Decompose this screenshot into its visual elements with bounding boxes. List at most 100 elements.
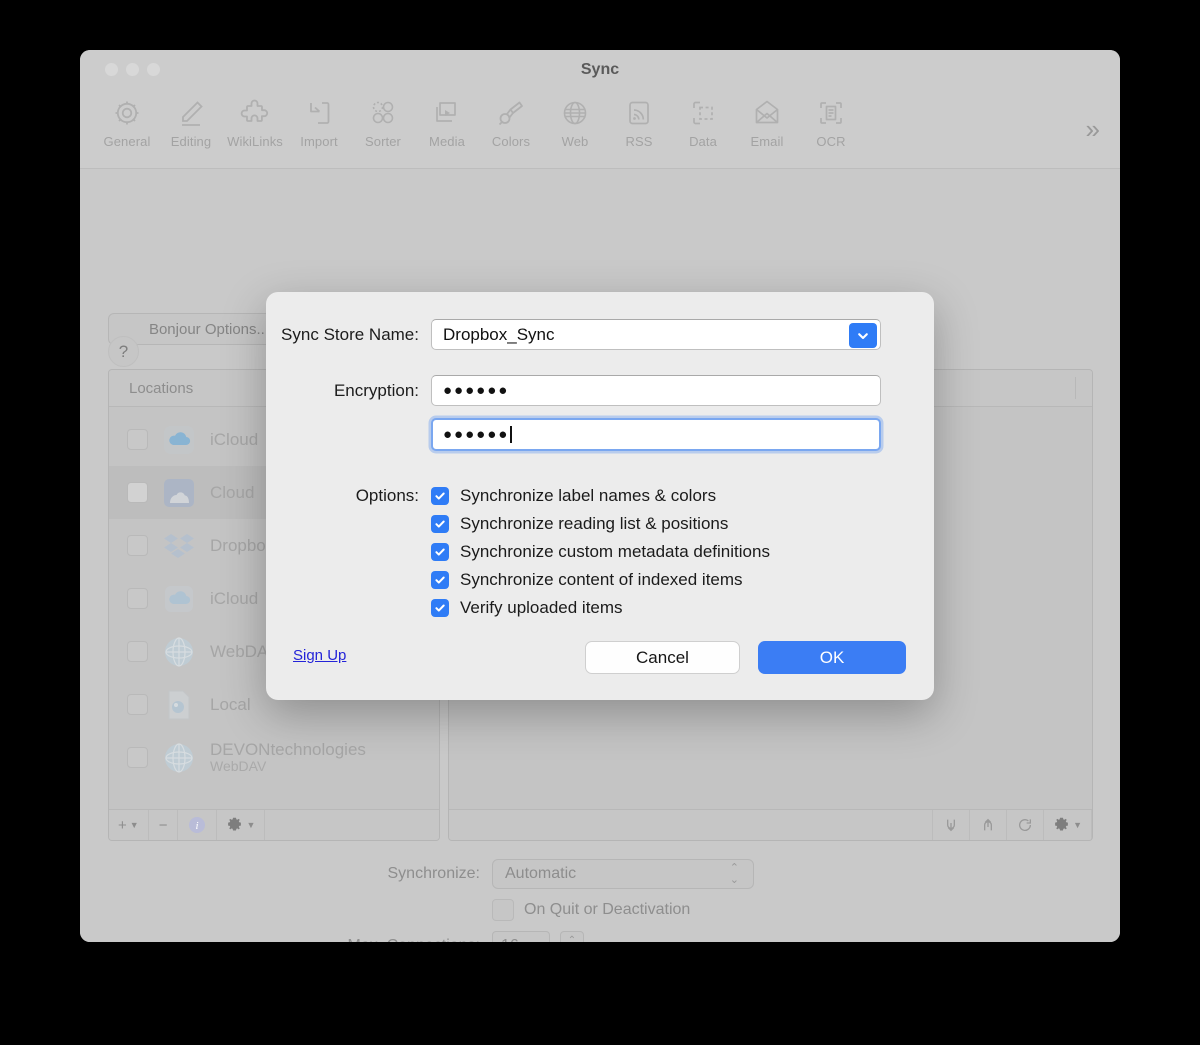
option-checkbox-label-names[interactable] bbox=[431, 487, 449, 505]
envelope-icon bbox=[751, 93, 783, 133]
location-checkbox[interactable] bbox=[127, 747, 148, 768]
dropbox-icon bbox=[162, 529, 196, 563]
max-connections-stepper[interactable]: ⌃⌄ bbox=[560, 931, 584, 942]
window-title: Sync bbox=[580, 61, 620, 78]
encryption-password-field[interactable]: ●●●●●● bbox=[431, 375, 881, 406]
databases-actions: ▼ bbox=[932, 810, 1092, 840]
checkmark-icon bbox=[435, 492, 445, 500]
gear-icon bbox=[228, 817, 242, 830]
location-checkbox[interactable] bbox=[127, 588, 148, 609]
encryption-row: Encryption: ●●●●●● bbox=[266, 375, 881, 406]
option-checkbox-custom-metadata[interactable] bbox=[431, 543, 449, 561]
option-checkbox-indexed-content[interactable] bbox=[431, 571, 449, 589]
locations-action-button[interactable]: ▼ bbox=[217, 810, 266, 840]
toolbar-overflow-icon[interactable]: » bbox=[1086, 116, 1100, 142]
options-row-2: Synchronize reading list & positions bbox=[266, 510, 770, 538]
window-titlebar: Sync bbox=[80, 50, 1120, 90]
sign-up-label: Sign Up bbox=[293, 647, 347, 664]
paintbrush-icon bbox=[495, 93, 527, 133]
store-name-label: Sync Store Name: bbox=[281, 324, 419, 344]
option-label: Synchronize content of indexed items bbox=[460, 570, 743, 589]
chevron-down-icon: ▼ bbox=[246, 820, 256, 830]
locations-header-label: Locations bbox=[129, 379, 194, 397]
checkmark-icon bbox=[435, 548, 445, 556]
store-name-value: Dropbox_Sync bbox=[443, 324, 555, 344]
toolbar-item-sorter[interactable]: Sorter bbox=[351, 90, 415, 149]
toolbar-item-wikilinks[interactable]: WikiLinks bbox=[223, 90, 287, 149]
refresh-button[interactable] bbox=[1007, 810, 1045, 840]
data-dashed-icon bbox=[687, 93, 719, 133]
toolbar-item-general[interactable]: General bbox=[95, 90, 159, 149]
checkmark-icon bbox=[435, 576, 445, 584]
ok-button[interactable]: OK bbox=[758, 641, 906, 674]
encryption-confirm-value: ●●●●●● bbox=[443, 426, 510, 443]
icloud-cloud-icon bbox=[162, 423, 196, 457]
option-label: Verify uploaded items bbox=[460, 598, 623, 617]
location-label: iCloud bbox=[210, 588, 259, 608]
info-icon: i bbox=[189, 817, 206, 833]
databases-action-button[interactable]: ▼ bbox=[1044, 810, 1092, 840]
toolbar-item-media[interactable]: Media bbox=[415, 90, 479, 149]
encryption-confirm-field[interactable]: ●●●●●● bbox=[431, 418, 881, 451]
toolbar-item-data[interactable]: Data bbox=[671, 90, 735, 149]
footer-spacer bbox=[265, 810, 439, 840]
chevron-updown-icon: ⌃ ⌄ bbox=[729, 862, 739, 886]
text-cursor bbox=[510, 426, 512, 443]
local-doc-icon bbox=[162, 688, 196, 722]
location-checkbox[interactable] bbox=[127, 429, 148, 450]
help-button[interactable]: ? bbox=[108, 336, 139, 367]
toolbar-item-import[interactable]: Import bbox=[287, 90, 351, 149]
import-arrow-icon bbox=[303, 93, 335, 133]
sync-store-dialog: Sync Store Name: Dropbox_Sync Encryption… bbox=[266, 292, 934, 700]
refresh-icon bbox=[1019, 819, 1032, 831]
options-row-4: Synchronize content of indexed items bbox=[266, 566, 770, 594]
location-checkbox[interactable] bbox=[127, 641, 148, 662]
toolbar-item-ocr[interactable]: OCR bbox=[799, 90, 863, 149]
toolbar-label: Editing bbox=[170, 134, 212, 149]
sign-up-link[interactable]: Sign Up bbox=[293, 647, 346, 664]
encryption-label: Encryption: bbox=[333, 380, 419, 400]
ocr-scan-icon bbox=[815, 93, 847, 133]
toolbar-item-web[interactable]: Web bbox=[543, 90, 607, 149]
remove-location-button[interactable]: − bbox=[149, 810, 179, 840]
max-connections-input[interactable]: 16 bbox=[492, 931, 550, 942]
location-checkbox[interactable] bbox=[127, 482, 148, 503]
toolbar-item-colors[interactable]: Colors bbox=[479, 90, 543, 149]
on-quit-checkbox[interactable] bbox=[492, 899, 514, 921]
synchronize-label: Synchronize: bbox=[387, 865, 481, 882]
synchronize-select[interactable]: Automatic ⌃ ⌄ bbox=[492, 859, 754, 889]
toolbar-item-rss[interactable]: RSS bbox=[607, 90, 671, 149]
store-name-row: Sync Store Name: Dropbox_Sync bbox=[266, 319, 881, 350]
location-checkbox[interactable] bbox=[127, 535, 148, 556]
option-checkbox-verify-uploaded[interactable] bbox=[431, 599, 449, 617]
info-button[interactable]: i bbox=[178, 810, 218, 840]
upload-button[interactable] bbox=[970, 810, 1008, 840]
preferences-toolbar: General Editing WikiLinks Import Sorter … bbox=[80, 90, 1120, 169]
store-name-dropdown-button[interactable] bbox=[849, 323, 877, 348]
cancel-button[interactable]: Cancel bbox=[585, 641, 740, 674]
checkmark-icon bbox=[435, 520, 445, 528]
options-row-5: Verify uploaded items bbox=[266, 594, 770, 622]
location-label: Local bbox=[210, 694, 251, 714]
option-label: Synchronize custom metadata definitions bbox=[460, 542, 770, 561]
location-checkbox[interactable] bbox=[127, 694, 148, 715]
max-connections-label: Max. Connections: bbox=[80, 937, 492, 943]
list-item[interactable]: DEVONtechnologies WebDAV bbox=[109, 731, 439, 784]
download-button[interactable] bbox=[933, 810, 971, 840]
on-quit-row: On Quit or Deactivation bbox=[80, 899, 1120, 921]
synchronize-row: Synchronize: Automatic ⌃ ⌄ bbox=[80, 859, 1120, 889]
add-location-button[interactable]: + ▼ bbox=[109, 810, 149, 840]
store-name-combobox[interactable]: Dropbox_Sync bbox=[431, 319, 881, 350]
checkmark-icon bbox=[435, 604, 445, 612]
toolbar-item-editing[interactable]: Editing bbox=[159, 90, 223, 149]
footer-spacer bbox=[449, 810, 932, 840]
option-checkbox-reading-list[interactable] bbox=[431, 515, 449, 533]
location-title: DEVONtechnologies bbox=[210, 740, 366, 760]
toolbar-label: Data bbox=[689, 134, 717, 149]
toolbar-item-email[interactable]: Email bbox=[735, 90, 799, 149]
header-divider bbox=[1075, 377, 1076, 399]
dialog-buttons: Cancel OK bbox=[585, 641, 906, 674]
sorter-dots-icon bbox=[367, 93, 399, 133]
databases-footer: ▼ bbox=[449, 809, 1092, 840]
toolbar-label: Email bbox=[750, 134, 784, 149]
